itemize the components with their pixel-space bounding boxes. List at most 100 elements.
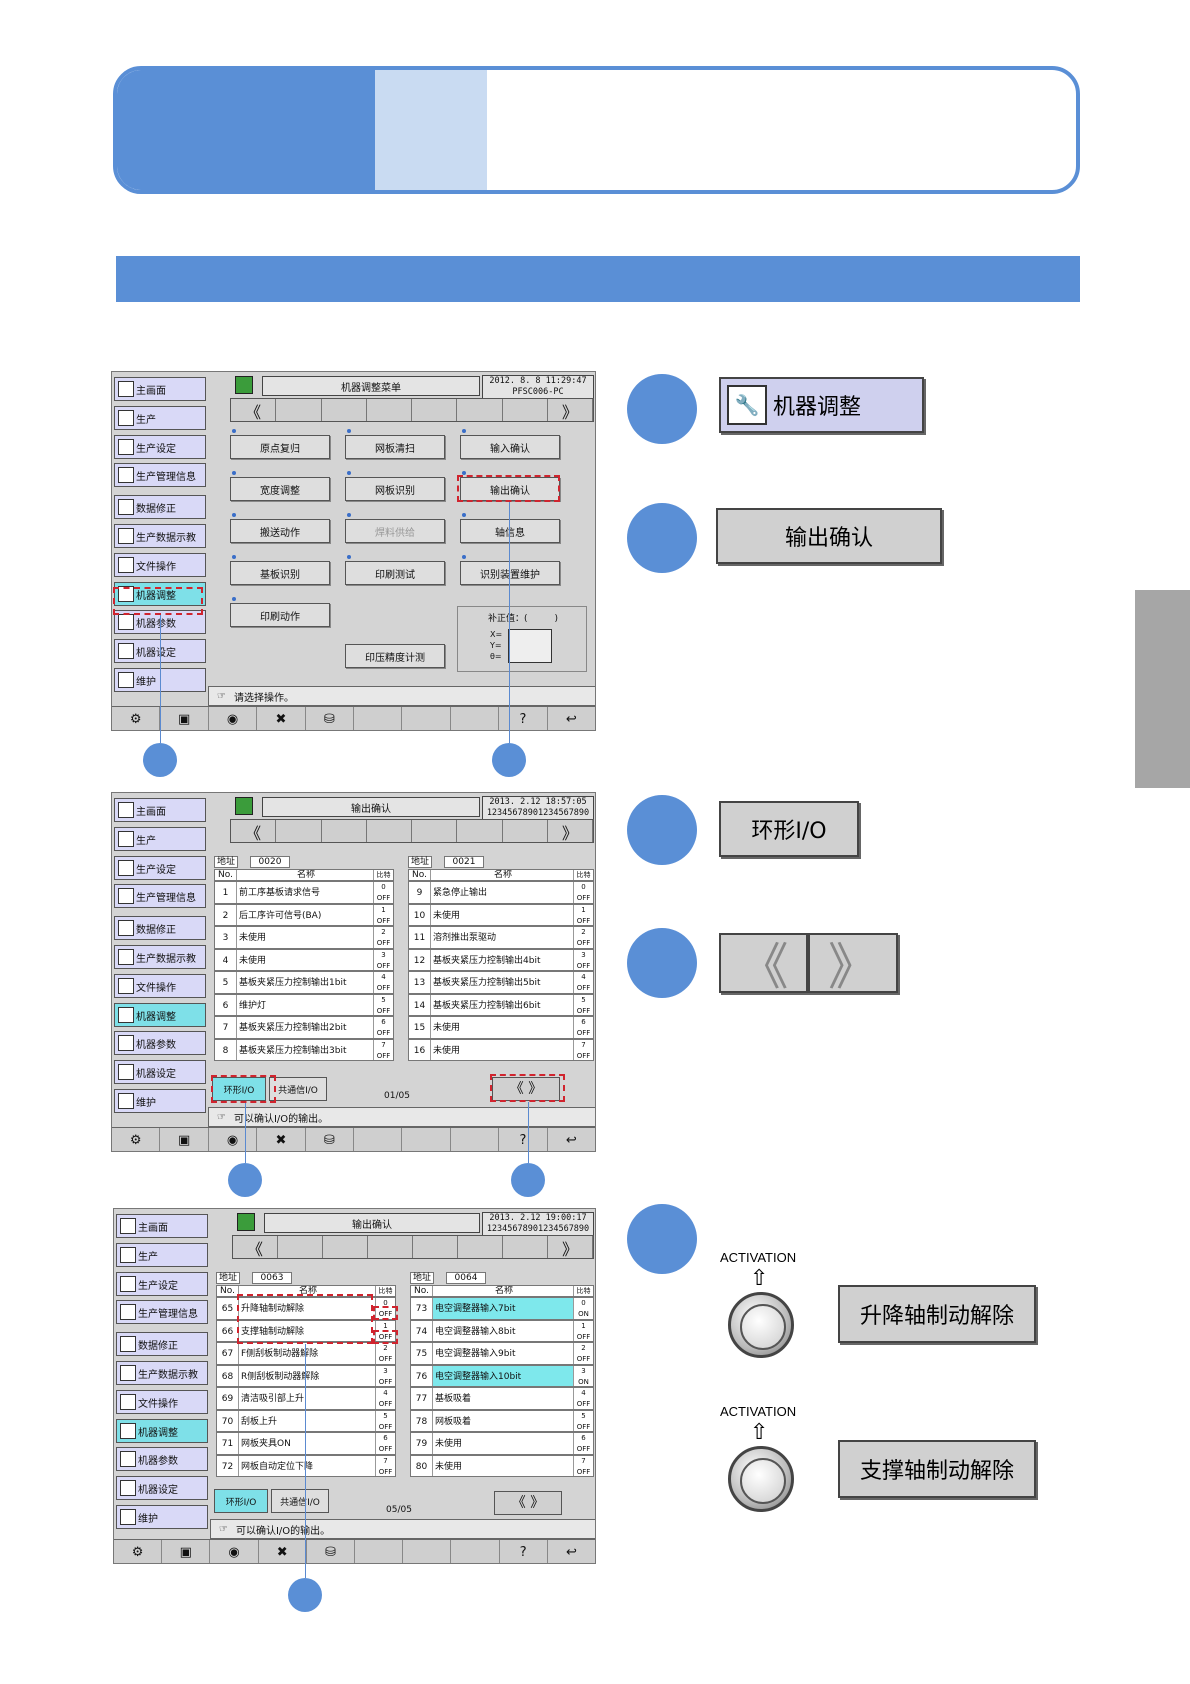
highlight-output — [457, 475, 560, 502]
sidebar-item[interactable]: 主画面 — [116, 1214, 208, 1238]
tab-common-io[interactable]: 共通信I/O — [271, 1489, 329, 1513]
table-row[interactable]: 70 刮板上升 5 OFF — [216, 1409, 396, 1432]
sidebar-item[interactable]: 生产 — [114, 827, 206, 851]
table-row[interactable]: 69 清洁吸引部上升 4 OFF — [216, 1387, 396, 1410]
sidebar-item[interactable]: 生产设定 — [114, 856, 206, 880]
table-row[interactable]: 72 网板自动定位下降 7 OFF — [216, 1454, 396, 1477]
next-page-button[interactable]: 》 — [808, 933, 898, 996]
sidebar-item[interactable]: 机器调整 — [114, 1003, 206, 1027]
menu-icon — [118, 949, 134, 965]
footer-toolbar[interactable]: ⚙ ▣ ◉ ✖ ⛁? ↩ — [114, 1539, 595, 1563]
lift-brake-release-button[interactable]: 升降轴制动解除 — [838, 1285, 1036, 1343]
table-row[interactable]: 76 电空调整器输入10bit 3 ON — [410, 1364, 594, 1387]
menu-button[interactable]: 印刷测试 — [345, 561, 445, 585]
menu-icon — [118, 439, 134, 455]
tab-ring-io[interactable]: 环形I/O — [214, 1489, 268, 1513]
sidebar-item[interactable]: 文件操作 — [116, 1390, 208, 1414]
sidebar-item[interactable]: 主画面 — [114, 377, 206, 401]
menu-button[interactable]: 焊料供给 — [345, 519, 445, 543]
menu-button[interactable]: 基板识别 — [230, 561, 330, 585]
menu-button[interactable]: 网板清扫 — [345, 435, 445, 459]
table-row[interactable]: 3 未使用 2 OFF — [214, 926, 394, 949]
sidebar-item[interactable]: 数据修正 — [114, 495, 206, 519]
table-row[interactable]: 14 基板夹紧压力控制输出6bit 5 OFF — [408, 993, 594, 1016]
table-row[interactable]: 10 未使用 1 OFF — [408, 903, 594, 926]
ring-io-button[interactable]: 环形I/O — [719, 801, 859, 857]
menu-button[interactable]: 印压精度计测 — [345, 644, 445, 668]
sidebar-item[interactable]: 生产管理信息 — [114, 884, 206, 908]
footer-toolbar[interactable]: ⚙ ▣ ◉ ✖ ⛁? ↩ — [112, 706, 595, 730]
table-row[interactable]: 79 未使用 6 OFF — [410, 1432, 594, 1455]
tab-common-io[interactable]: 共通信I/O — [269, 1077, 327, 1101]
table-row[interactable]: 5 基板夹紧压力控制输出1bit 4 OFF — [214, 971, 394, 994]
sidebar-item[interactable]: 生产数据示教 — [116, 1361, 208, 1385]
menu-button[interactable]: 印刷动作 — [230, 603, 330, 627]
dot-marker — [462, 513, 466, 517]
table-row[interactable]: 16 未使用 7 OFF — [408, 1038, 594, 1061]
table-row[interactable]: 68 R侧刮板制动器解除 3 OFF — [216, 1364, 396, 1387]
sidebar-item[interactable]: 机器调整 — [116, 1419, 208, 1443]
menu-button[interactable]: 输入确认 — [460, 435, 560, 459]
table-row[interactable]: 80 未使用 7 OFF — [410, 1454, 594, 1477]
table-row[interactable]: 1 前工序基板请求信号 0 OFF — [214, 881, 394, 904]
table-row[interactable]: 4 未使用 3 OFF — [214, 948, 394, 971]
sidebar-item[interactable]: 维护 — [116, 1505, 208, 1529]
menu-button[interactable]: 轴信息 — [460, 519, 560, 543]
machine-adjust-button[interactable]: 🔧 机器调整 — [719, 377, 924, 433]
output-check-button[interactable]: 输出确认 — [716, 508, 942, 564]
table-row[interactable]: 8 基板夹紧压力控制输出3bit 7 OFF — [214, 1038, 394, 1061]
nav-row[interactable]: 《》 — [230, 819, 594, 843]
table-row[interactable]: 12 基板夹紧压力控制输出4bit 3 OFF — [408, 948, 594, 971]
prev-page-button[interactable]: 《 — [719, 933, 808, 996]
activation-knob[interactable] — [728, 1292, 794, 1358]
menu-button[interactable]: 宽度调整 — [230, 477, 330, 501]
sidebar-item[interactable]: 生产设定 — [114, 435, 206, 459]
table-row[interactable]: 9 紧急停止输出 0 OFF — [408, 881, 594, 904]
up-arrow-icon: ⇧ — [750, 1266, 769, 1291]
table-row[interactable]: 67 F侧刮板制动器解除 2 OFF — [216, 1342, 396, 1365]
menu-icon — [120, 1304, 136, 1320]
table-row[interactable]: 13 基板夹紧压力控制输出5bit 4 OFF — [408, 971, 594, 994]
sidebar-item[interactable]: 机器参数 — [116, 1447, 208, 1471]
status-bar: ☞ 可以确认I/O的输出。 — [210, 1519, 595, 1539]
footer-toolbar[interactable]: ⚙ ▣ ◉ ✖ ⛁? ↩ — [112, 1127, 595, 1151]
table-row[interactable]: 11 溶剂推出泵驱动 2 OFF — [408, 926, 594, 949]
nav-row[interactable]: 《》 — [232, 1235, 594, 1259]
table-row[interactable]: 2 后工序许可信号(BA) 1 OFF — [214, 903, 394, 926]
menu-button[interactable]: 搬送动作 — [230, 519, 330, 543]
sidebar-item[interactable]: 数据修正 — [114, 916, 206, 940]
sidebar-item[interactable]: 生产设定 — [116, 1272, 208, 1296]
sidebar-item[interactable]: 生产管理信息 — [114, 463, 206, 487]
activation-knob[interactable] — [728, 1446, 794, 1512]
sidebar-item[interactable]: 机器设定 — [114, 1060, 206, 1084]
table-row[interactable]: 75 电空调整器输入9bit 2 OFF — [410, 1342, 594, 1365]
table-row[interactable]: 71 网板夹具ON 6 OFF — [216, 1432, 396, 1455]
table-row[interactable]: 7 基板夹紧压力控制输出2bit 6 OFF — [214, 1016, 394, 1039]
table-row[interactable]: 77 基板吸着 4 OFF — [410, 1387, 594, 1410]
sidebar-item[interactable]: 生产数据示教 — [114, 945, 206, 969]
support-brake-release-button[interactable]: 支撑轴制动解除 — [838, 1440, 1036, 1498]
menu-button[interactable]: 识别装置维护 — [460, 561, 560, 585]
menu-button[interactable]: 网板识别 — [345, 477, 445, 501]
sidebar-item[interactable]: 维护 — [114, 1089, 206, 1113]
dot-marker — [462, 555, 466, 559]
page-arrows[interactable]: 《 》 — [494, 1491, 562, 1515]
table-row[interactable]: 73 电空调整器输入7bit 0 ON — [410, 1297, 594, 1320]
sidebar-item[interactable]: 数据修正 — [116, 1332, 208, 1356]
sidebar-item[interactable]: 机器参数 — [114, 1031, 206, 1055]
table-row[interactable]: 15 未使用 6 OFF — [408, 1016, 594, 1039]
menu-icon — [120, 1451, 136, 1467]
sidebar-item[interactable]: 文件操作 — [114, 553, 206, 577]
sidebar-item[interactable]: 生产数据示教 — [114, 524, 206, 548]
table-row[interactable]: 74 电空调整器输入8bit 1 OFF — [410, 1319, 594, 1342]
sidebar-item[interactable]: 主画面 — [114, 798, 206, 822]
table-row[interactable]: 6 维护灯 5 OFF — [214, 993, 394, 1016]
sidebar-item[interactable]: 机器设定 — [116, 1476, 208, 1500]
nav-row[interactable]: 《》 — [230, 398, 594, 422]
menu-button[interactable]: 原点复归 — [230, 435, 330, 459]
sidebar-item[interactable]: 生产 — [116, 1243, 208, 1267]
sidebar-item[interactable]: 文件操作 — [114, 974, 206, 998]
sidebar-item[interactable]: 生产管理信息 — [116, 1300, 208, 1324]
sidebar-item[interactable]: 生产 — [114, 406, 206, 430]
table-row[interactable]: 78 网板吸着 5 OFF — [410, 1409, 594, 1432]
